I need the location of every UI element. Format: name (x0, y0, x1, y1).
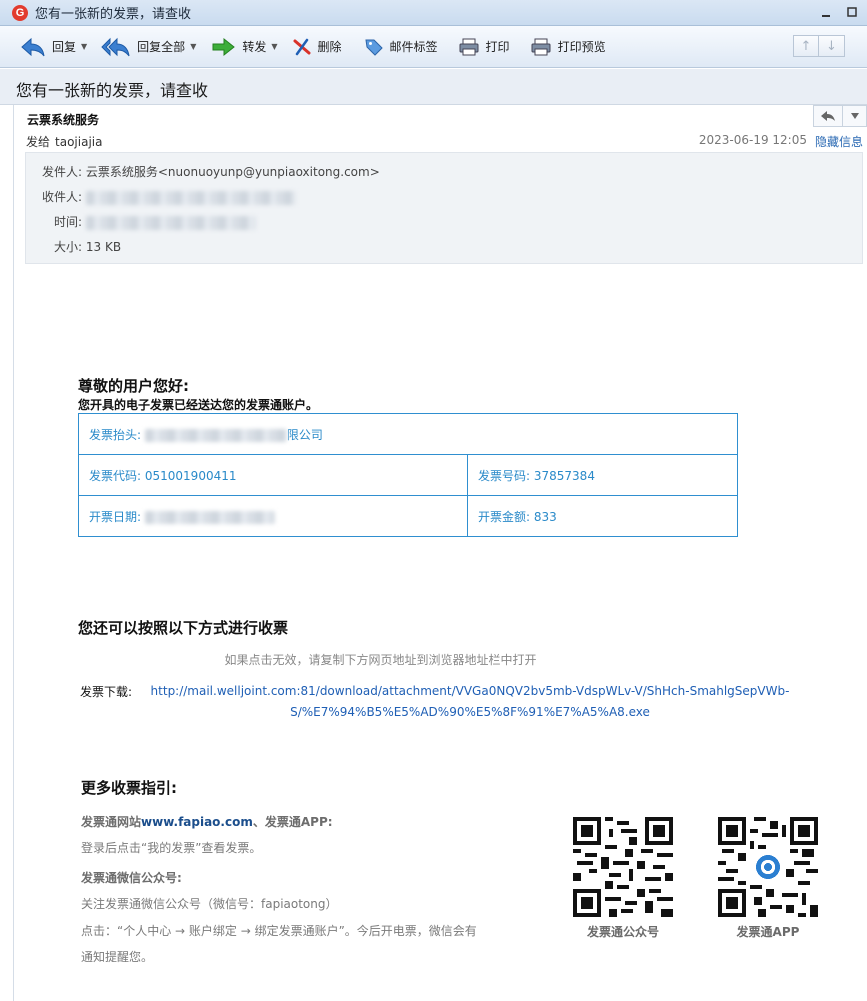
app-logo-icon: G (12, 4, 28, 21)
redacted-invoice-title (144, 428, 287, 442)
window-titlebar: G 您有一张新的发票，请查收 (0, 0, 867, 26)
message-time: 2023-06-19 12:05 (698, 133, 807, 147)
previous-message-icon[interactable]: ↑ (793, 35, 819, 57)
guide-site-suffix: 、发票通APP: (252, 815, 333, 829)
forward-arrow-icon (212, 37, 236, 56)
reply-all-label: 回复全部 (137, 40, 186, 54)
guide-site-desc: 登录后点击“我的发票”查看发票。 (81, 841, 262, 855)
message-navigation: ↑ ↓ (793, 35, 845, 57)
reply-label: 回复 (52, 40, 77, 54)
message-subject: 您有一张新的发票，请查收 (16, 81, 209, 100)
hide-info-link[interactable]: 隐藏信息 (815, 133, 863, 150)
size-label: 大小: (54, 240, 83, 254)
print-button[interactable]: 打印 (454, 33, 518, 61)
forward-button[interactable]: 转发 ▼ (206, 33, 285, 61)
print-preview-label: 打印预览 (557, 40, 606, 54)
table-row: 开票日期: 开票金额: 833 (78, 495, 738, 537)
section-hint: 如果点击无效，请复制下方网页地址到浏览器地址栏中打开 (224, 653, 537, 667)
delete-button[interactable]: 删除 (288, 33, 350, 61)
print-preview-icon (531, 38, 551, 55)
quick-reply-group (813, 105, 867, 127)
wechat-qr-code (573, 817, 673, 917)
invoice-code-cell: 发票代码: 051001900411 (78, 454, 468, 496)
download-label: 发票下载: (80, 685, 133, 699)
detail-size: 大小: 13 KB (54, 238, 121, 255)
delete-label: 删除 (317, 40, 342, 54)
next-message-icon[interactable]: ↓ (819, 35, 845, 57)
guide-wechat-desc: 关注发票通微信公众号（微信号：fapiaotong） (81, 897, 338, 911)
printer-icon (459, 38, 479, 55)
time-label: 时间: (54, 215, 83, 229)
window-controls (817, 4, 861, 20)
chevron-down-icon[interactable]: ▼ (190, 42, 196, 51)
redacted-recipients (85, 190, 296, 205)
guide-wechat-heading: 发票通微信公众号: (81, 871, 182, 885)
redacted-invoice-date (144, 510, 275, 524)
guide-site-heading: 发票通网站www.fapiao.com、发票通APP: (81, 813, 333, 830)
size-value: 13 KB (85, 240, 122, 254)
invoice-number-cell: 发票号码: 37857384 (467, 454, 738, 496)
print-label: 打印 (485, 40, 510, 54)
reply-all-button[interactable]: 回复全部 ▼ (97, 33, 204, 61)
guide-steps-line2: 通知提醒您。 (81, 950, 154, 964)
invoice-title-label: 发票抬头: (89, 427, 142, 442)
invoice-code-value: 051001900411 (144, 468, 237, 483)
quick-reply-icon[interactable] (813, 105, 843, 127)
invoice-amount-value: 833 (533, 509, 557, 524)
detail-to: 收件人: (42, 188, 296, 205)
tag-icon (364, 39, 383, 56)
sent-to-label: 发给 (26, 135, 51, 149)
invoice-amount-label: 开票金额: (478, 509, 531, 524)
download-link[interactable]: http://mail.welljoint.com:81/download/at… (145, 681, 795, 723)
forward-label: 转发 (242, 40, 267, 54)
guide-site-prefix: 发票通网站 (81, 815, 142, 829)
table-row: 发票抬头: 限公司 (78, 413, 738, 455)
chevron-down-icon[interactable] (843, 105, 867, 127)
intro-text: 您开具的电子发票已经送达您的发票通账户。 (78, 398, 319, 412)
mail-tag-label: 邮件标签 (389, 40, 438, 54)
delete-x-icon (293, 38, 311, 55)
fapiao-site-link[interactable]: www.fapiao.com (141, 815, 253, 829)
message-toolbar: 回复 ▼ 回复全部 ▼ 转发 ▼ 删除 邮件标签 打印 打印预览 ↑ ↓ (0, 26, 867, 68)
qr-label-app: 发票通APP (736, 925, 800, 939)
from-value: 云票系统服务<nuonuoyunp@yunpiaoxitong.com> (85, 165, 380, 179)
invoice-title-suffix: 限公司 (286, 427, 323, 442)
detail-time: 时间: (54, 213, 256, 230)
invoice-number-label: 发票号码: (478, 468, 531, 483)
window-title: 您有一张新的发票，请查收 (35, 7, 192, 22)
detail-from: 发件人: 云票系统服务<nuonuoyunp@yunpiaoxitong.com… (42, 163, 380, 180)
chevron-down-icon[interactable]: ▼ (271, 42, 277, 51)
invoice-date-cell: 开票日期: (78, 495, 468, 537)
qr-label-wechat: 发票通公众号 (586, 925, 659, 939)
invoice-table: 发票抬头: 限公司 发票代码: 051001900411 发票号码: 37857… (78, 413, 738, 537)
reply-all-icon (101, 37, 130, 56)
invoice-code-label: 发票代码: (89, 468, 142, 483)
reply-button[interactable]: 回复 ▼ (16, 33, 95, 61)
recipient-name: taojiajia (55, 135, 103, 149)
message-view: 云票系统服务 发给 taojiajia 2023-06-19 12:05 隐藏信息… (13, 105, 867, 1001)
reply-arrow-icon (21, 37, 45, 56)
from-label: 发件人: (42, 165, 83, 179)
invoice-title-cell: 发票抬头: 限公司 (78, 413, 738, 455)
table-row: 发票代码: 051001900411 发票号码: 37857384 (78, 454, 738, 496)
minimize-icon[interactable] (817, 4, 835, 20)
sent-to-line: 发给 taojiajia (26, 133, 102, 150)
to-label: 收件人: (42, 190, 83, 204)
more-guide-title: 更多收票指引: (81, 779, 177, 797)
greeting: 尊敬的用户您好: (78, 377, 189, 395)
message-details: 发件人: 云票系统服务<nuonuoyunp@yunpiaoxitong.com… (25, 152, 863, 264)
redacted-time (85, 215, 256, 230)
mail-tag-button[interactable]: 邮件标签 (360, 33, 446, 61)
sender-name: 云票系统服务 (27, 113, 100, 127)
subject-bar: 您有一张新的发票，请查收 (0, 69, 867, 105)
section-title: 您还可以按照以下方式进行收票 (78, 619, 289, 637)
guide-steps-line1: 点击：“个人中心 → 账户绑定 → 绑定发票通账户”。今后开电票，微信会有 (81, 924, 477, 938)
invoice-number-value: 37857384 (533, 468, 595, 483)
app-qr-code (718, 817, 818, 917)
print-preview-button[interactable]: 打印预览 (526, 33, 614, 61)
chevron-down-icon[interactable]: ▼ (81, 42, 87, 51)
invoice-amount-cell: 开票金额: 833 (467, 495, 738, 537)
invoice-date-label: 开票日期: (89, 509, 142, 524)
maximize-icon[interactable] (843, 4, 861, 20)
